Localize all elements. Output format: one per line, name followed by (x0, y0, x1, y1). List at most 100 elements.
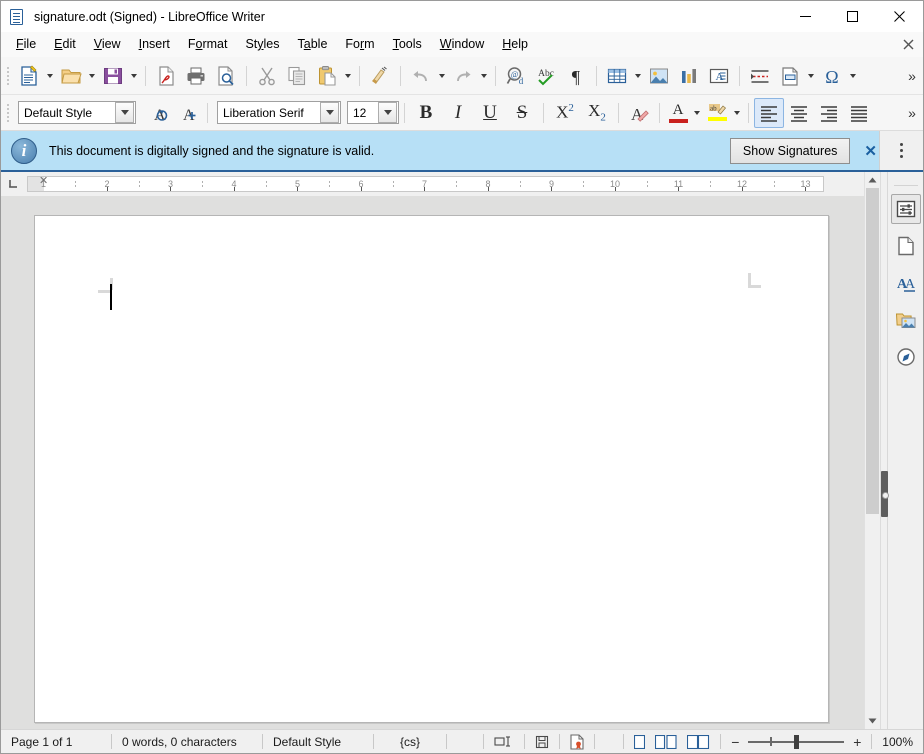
clone-formatting-button[interactable] (365, 61, 395, 91)
new-document-dropdown[interactable] (44, 61, 56, 91)
menu-edit[interactable]: Edit (45, 34, 85, 55)
paragraph-style-dropdown-arrow[interactable] (115, 102, 134, 123)
zoom-slider[interactable]: − + (721, 734, 871, 750)
insert-field-dropdown[interactable] (805, 61, 817, 91)
ruler-tab-stop[interactable] (231, 187, 238, 191)
align-center-button[interactable] (784, 98, 814, 128)
first-line-indent-marker[interactable]: ✕ (39, 177, 48, 187)
ruler-tab-stop[interactable] (739, 187, 746, 191)
menu-styles[interactable]: Styles (236, 34, 288, 55)
insert-field-button[interactable] (775, 61, 805, 91)
ruler-tab-stop[interactable] (612, 187, 619, 191)
zoom-level-label[interactable]: 100% (872, 735, 923, 749)
menu-help[interactable]: Help (493, 34, 537, 55)
underline-button[interactable]: U (474, 98, 506, 128)
paste-dropdown[interactable] (342, 61, 354, 91)
highlight-color-dropdown[interactable] (731, 98, 743, 128)
save-state-icon[interactable] (525, 735, 559, 749)
undo-button[interactable] (406, 61, 436, 91)
zoom-in-button[interactable]: + (851, 734, 863, 750)
insert-image-button[interactable] (644, 61, 674, 91)
superscript-button[interactable]: X2 (549, 98, 581, 128)
new-document-button[interactable] (14, 61, 44, 91)
close-infobar-icon[interactable]: ✕ (864, 142, 877, 160)
sidebar-item-styles[interactable]: A A (891, 268, 921, 298)
highlight-color-button[interactable]: ab (703, 98, 731, 128)
strikethrough-button[interactable]: S (506, 98, 538, 128)
insert-table-dropdown[interactable] (632, 61, 644, 91)
insert-chart-button[interactable] (674, 61, 704, 91)
sidebar-item-gallery[interactable] (891, 305, 921, 335)
align-left-button[interactable] (754, 97, 784, 128)
document-canvas[interactable] (1, 196, 864, 729)
vertical-scrollbar[interactable] (864, 172, 880, 729)
splitter-knob[interactable] (882, 492, 889, 499)
document-page[interactable] (34, 215, 829, 723)
ruler-tab-stop[interactable] (294, 187, 301, 191)
single-page-view-button[interactable] (634, 734, 646, 749)
multiple-page-view-button[interactable] (655, 734, 677, 749)
status-language[interactable]: {cs} (374, 735, 446, 749)
cut-button[interactable] (252, 61, 282, 91)
font-size-combo[interactable]: 12 (347, 101, 399, 124)
sidebar-item-properties[interactable] (890, 194, 921, 224)
bold-button[interactable]: B (410, 98, 442, 128)
subscript-button[interactable]: X2 (581, 98, 613, 128)
print-button[interactable] (181, 61, 211, 91)
status-page-count[interactable]: Page 1 of 1 (1, 735, 111, 749)
align-right-button[interactable] (814, 98, 844, 128)
menu-form[interactable]: Form (336, 34, 383, 55)
status-page-style[interactable]: Default Style (263, 735, 373, 749)
insert-text-box-button[interactable]: A (704, 61, 734, 91)
sidebar-settings-button[interactable] (879, 131, 923, 170)
scrollbar-thumb[interactable] (866, 188, 879, 514)
tab-stop-selector-icon[interactable] (1, 172, 27, 196)
ruler-strip[interactable]: 123456789101112131415161718✕✕ (27, 176, 824, 192)
redo-dropdown[interactable] (478, 61, 490, 91)
font-size-dropdown-arrow[interactable] (378, 102, 397, 123)
open-document-button[interactable] (56, 61, 86, 91)
ruler-tab-stop[interactable] (358, 187, 365, 191)
ruler-tab-stop[interactable] (421, 187, 428, 191)
italic-button[interactable]: I (442, 98, 474, 128)
menu-tools[interactable]: Tools (384, 34, 431, 55)
spelling-button[interactable]: Abc (531, 61, 561, 91)
insert-page-break-button[interactable] (745, 61, 775, 91)
close-document-icon[interactable] (901, 38, 915, 52)
standard-toolbar-overflow[interactable]: » (901, 57, 923, 94)
selection-mode-icon[interactable] (484, 735, 524, 748)
menu-insert[interactable]: Insert (130, 34, 179, 55)
toolbar-grip[interactable] (4, 65, 12, 87)
justified-button[interactable] (844, 98, 874, 128)
digital-signature-icon[interactable] (560, 733, 594, 750)
save-document-dropdown[interactable] (128, 61, 140, 91)
menu-view[interactable]: View (85, 34, 130, 55)
zoom-thumb[interactable] (794, 734, 800, 749)
insert-table-button[interactable] (602, 61, 632, 91)
insert-special-character-dropdown[interactable] (847, 61, 859, 91)
horizontal-ruler[interactable]: 123456789101112131415161718✕✕ (1, 172, 864, 196)
new-style-button[interactable]: A (172, 98, 202, 128)
open-document-dropdown[interactable] (86, 61, 98, 91)
formatting-marks-button[interactable]: ¶ (561, 61, 591, 91)
ruler-tab-stop[interactable] (802, 187, 809, 191)
close-button[interactable] (876, 1, 923, 32)
export-pdf-button[interactable] (151, 61, 181, 91)
scrollbar-track[interactable] (865, 188, 880, 713)
book-view-button[interactable] (687, 734, 710, 749)
ruler-tab-stop[interactable] (675, 187, 682, 191)
font-name-dropdown-arrow[interactable] (320, 102, 339, 123)
ruler-tab-stop[interactable] (548, 187, 555, 191)
font-name-combo[interactable]: Liberation Serif (217, 101, 341, 124)
ruler-tab-stop[interactable] (104, 187, 111, 191)
zoom-track[interactable] (748, 734, 845, 749)
menu-table[interactable]: Table (289, 34, 337, 55)
menu-window[interactable]: Window (431, 34, 493, 55)
show-signatures-button[interactable]: Show Signatures (729, 137, 851, 164)
maximize-button[interactable] (829, 1, 876, 32)
font-color-dropdown[interactable] (691, 98, 703, 128)
sidebar-splitter[interactable] (880, 172, 889, 729)
font-color-button[interactable]: A (665, 98, 691, 128)
ruler-tab-stop[interactable] (485, 187, 492, 191)
ruler-tab-stop[interactable] (167, 187, 174, 191)
